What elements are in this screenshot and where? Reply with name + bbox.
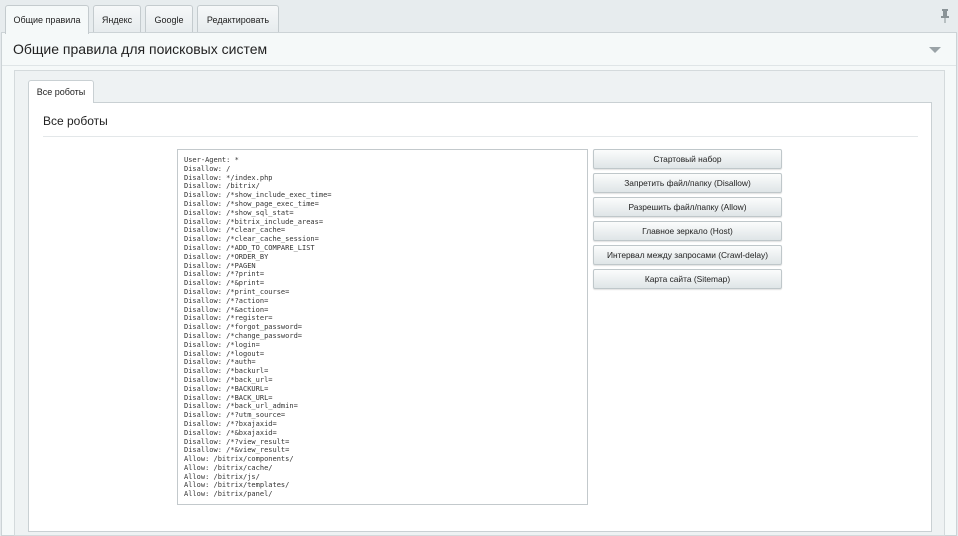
robots-line: Disallow: /*BACKURL=: [184, 384, 269, 393]
robots-line: Allow: /bitrix/js/: [184, 472, 260, 481]
robots-line: Disallow: /: [184, 164, 231, 173]
divider: [43, 136, 918, 137]
tab-label: Общие правила: [13, 15, 81, 25]
pin-icon[interactable]: [940, 9, 950, 23]
main-panel: Общие правила для поисковых систем Все р…: [1, 32, 957, 536]
top-tab-bar: Общие правила Яндекс Google Редактироват…: [0, 0, 958, 34]
robots-line: Allow: /bitrix/panel/: [184, 490, 273, 499]
robots-line: Disallow: /*ADD_TO_COMPARE_LIST: [184, 243, 315, 252]
disallow-button[interactable]: Запретить файл/папку (Disallow): [593, 173, 782, 193]
robots-txt-textarea[interactable]: User-Agent: * Disallow: / Disallow: */inde…: [177, 149, 588, 505]
robots-line: Allow: /bitrix/templates/: [184, 481, 290, 490]
robots-line: Disallow: */index.php: [184, 173, 273, 182]
robots-line: Disallow: /*?utm_source=: [184, 411, 286, 420]
robots-line: Disallow: /*logout=: [184, 349, 265, 358]
chevron-down-icon[interactable]: [929, 46, 941, 54]
tab-label: Яндекс: [101, 14, 133, 25]
tab-label: Редактировать: [206, 14, 270, 25]
robots-line: Disallow: /*clear_cache=: [184, 226, 286, 235]
crawl-delay-button[interactable]: Интервал между запросами (Crawl-delay): [593, 245, 782, 265]
robots-line: Disallow: /*PAGEN: [184, 261, 256, 270]
all-robots-panel: Все роботы User-Agent: * Disallow: / Disal…: [28, 102, 932, 532]
robots-line: Disallow: /*?print=: [184, 270, 265, 279]
robots-line: Disallow: /*clear_cache_session=: [184, 235, 319, 244]
section-title: Все роботы: [43, 114, 108, 128]
host-button[interactable]: Главное зеркало (Host): [593, 221, 782, 241]
robots-line: Disallow: /*&action=: [184, 305, 269, 314]
allow-button[interactable]: Разрешить файл/папку (Allow): [593, 197, 782, 217]
tab-yandex[interactable]: Яндекс: [93, 5, 141, 33]
tab-all-robots[interactable]: Все роботы: [28, 80, 94, 103]
robots-line: Disallow: /*ORDER_BY: [184, 252, 269, 261]
robots-line: Disallow: /*show_include_exec_time=: [184, 191, 332, 200]
robots-line: Allow: /bitrix/cache/: [184, 463, 273, 472]
robots-line: Disallow: /bitrix/: [184, 182, 260, 191]
robots-line: Disallow: /*print_course=: [184, 287, 290, 296]
start-set-button[interactable]: Стартовый набор: [593, 149, 782, 169]
robots-line: Disallow: /*?bxajaxid=: [184, 419, 277, 428]
divider: [2, 65, 956, 66]
robots-line: Disallow: /*show_page_exec_time=: [184, 199, 319, 208]
tab-google[interactable]: Google: [145, 5, 193, 33]
robots-line: Disallow: /*?view_result=: [184, 437, 290, 446]
robots-line: Disallow: /*?action=: [184, 296, 269, 305]
sitemap-button[interactable]: Карта сайта (Sitemap): [593, 269, 782, 289]
robots-line: Disallow: /*forgot_password=: [184, 323, 303, 332]
robots-line: Disallow: /*back_url_admin=: [184, 402, 298, 411]
robots-line: Disallow: /*&bxajaxid=: [184, 428, 277, 437]
robots-line: User-Agent: *: [184, 156, 239, 164]
tab-label: Все роботы: [36, 87, 86, 97]
tab-edit[interactable]: Редактировать: [197, 5, 279, 33]
robots-line: Disallow: /*&view_result=: [184, 446, 290, 455]
content-box: Все роботы Все роботы User-Agent: * Disal…: [14, 70, 945, 536]
robots-line: Disallow: /*login=: [184, 340, 260, 349]
tab-label: Google: [154, 14, 184, 25]
robots-line: Disallow: /*&print=: [184, 279, 265, 288]
robots-line: Disallow: /*back_url=: [184, 375, 273, 384]
robots-line: Disallow: /*backurl=: [184, 367, 269, 376]
robots-line: Disallow: /*bitrix_include_areas=: [184, 217, 324, 226]
rule-buttons: Стартовый набор Запретить файл/папку (Di…: [593, 149, 782, 293]
panel-title: Общие правила для поисковых систем: [13, 41, 268, 57]
robots-line: Allow: /bitrix/components/: [184, 455, 294, 464]
robots-line: Disallow: /*register=: [184, 314, 273, 323]
robots-line: Disallow: /*change_password=: [184, 331, 303, 340]
tab-general-rules[interactable]: Общие правила: [5, 5, 89, 34]
robots-line: Disallow: /*show_sql_stat=: [184, 208, 294, 217]
robots-line: Disallow: /*BACK_URL=: [184, 393, 273, 402]
robots-line: Disallow: /*auth=: [184, 358, 256, 367]
